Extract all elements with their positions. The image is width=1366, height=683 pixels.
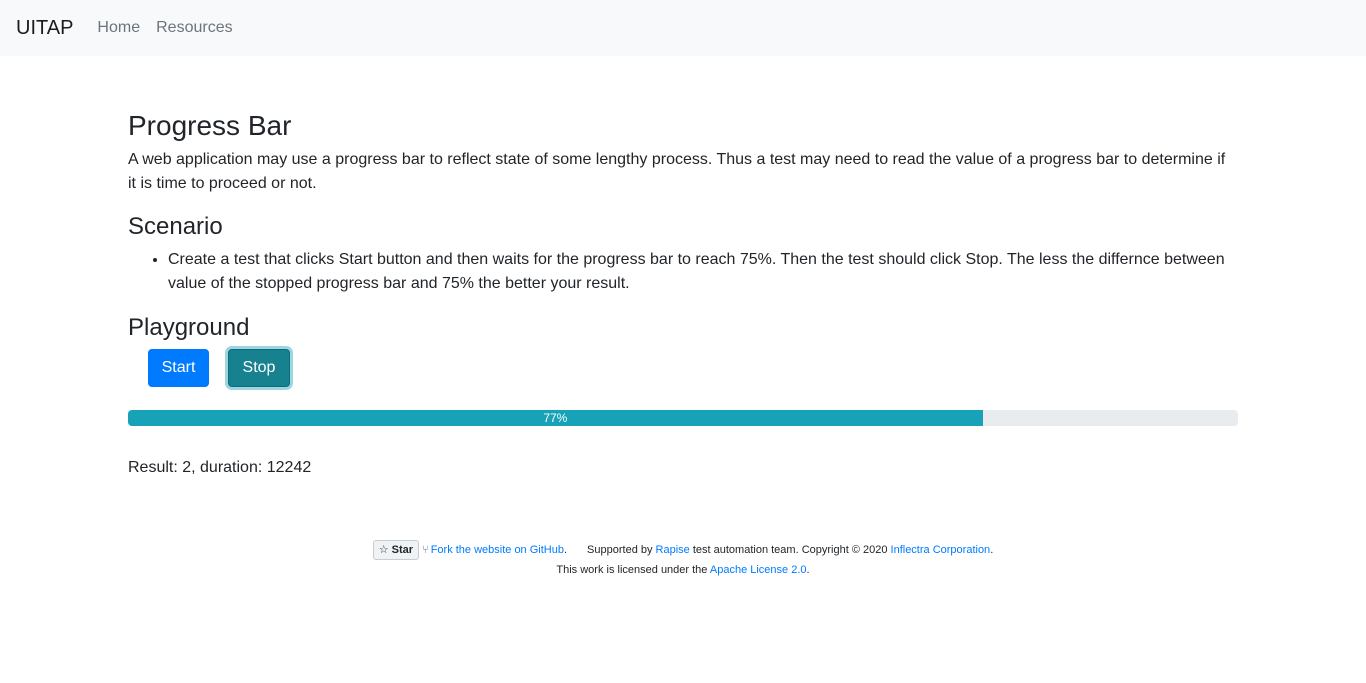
top-navbar: UITAP Home Resources [0, 0, 1366, 56]
start-button[interactable]: Start [148, 349, 209, 387]
scenario-list: Create a test that clicks Start button a… [128, 248, 1238, 296]
fork-github-link[interactable]: Fork the website on GitHub [431, 544, 564, 556]
supported-prefix: Supported by [587, 544, 656, 556]
stop-button[interactable]: Stop [228, 349, 290, 387]
scenario-heading: Scenario [128, 213, 223, 240]
nav-link-resources[interactable]: Resources [156, 16, 232, 40]
github-star-button[interactable]: ☆ Star [372, 540, 420, 561]
fork-icon: ⑂ [422, 544, 429, 556]
page-title: Progress Bar [128, 110, 292, 141]
playground-heading: Playground [128, 314, 250, 341]
footer: ☆ Star ⑂ Fork the website on GitHub. Suppor… [0, 540, 1366, 580]
intro-text: A web application may use a progress bar… [128, 151, 1226, 192]
progress-bar-fill: 77% [128, 410, 983, 426]
footer-line-2: This work is licensed under the Apache L… [556, 564, 810, 577]
license-prefix: This work is licensed under the [556, 564, 710, 577]
inflectra-link[interactable]: Inflectra Corporation [891, 544, 991, 556]
brand-link[interactable]: UITAP [16, 16, 73, 40]
star-icon: ☆ [378, 544, 389, 557]
footer-line-1: ☆ Star ⑂ Fork the website on GitHub. Suppor… [0, 540, 1366, 561]
scenario-item: Create a test that clicks Start button a… [168, 248, 1238, 296]
rapise-link[interactable]: Rapise [656, 544, 690, 556]
supported-middle: test automation team. Copyright © 2020 [689, 544, 891, 556]
star-label: Star [391, 544, 414, 557]
apache-license-link[interactable]: Apache License 2.0 [710, 564, 807, 576]
nav-link-home[interactable]: Home [97, 16, 140, 40]
result-text: Result: 2, duration: 12242 [128, 459, 312, 476]
progress-bar-track: 77% [128, 410, 1238, 426]
